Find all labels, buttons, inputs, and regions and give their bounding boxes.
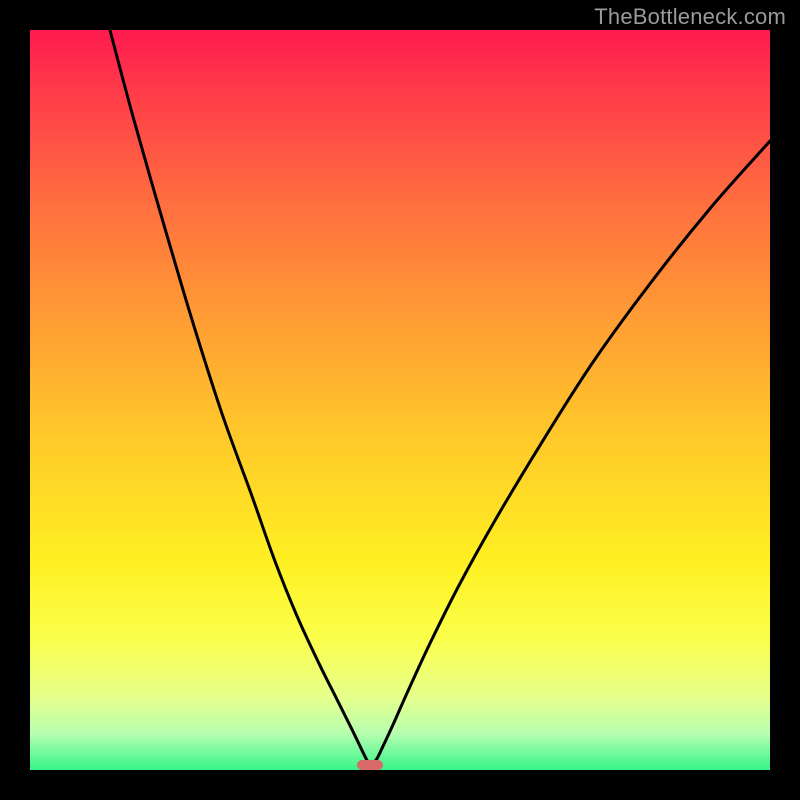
curve-right-branch <box>370 141 770 765</box>
watermark-text: TheBottleneck.com <box>594 4 786 30</box>
bottleneck-curve <box>30 30 770 770</box>
plot-area <box>30 30 770 770</box>
curve-left-branch <box>110 30 370 765</box>
optimum-marker <box>357 760 383 770</box>
figure-frame: TheBottleneck.com <box>0 0 800 800</box>
